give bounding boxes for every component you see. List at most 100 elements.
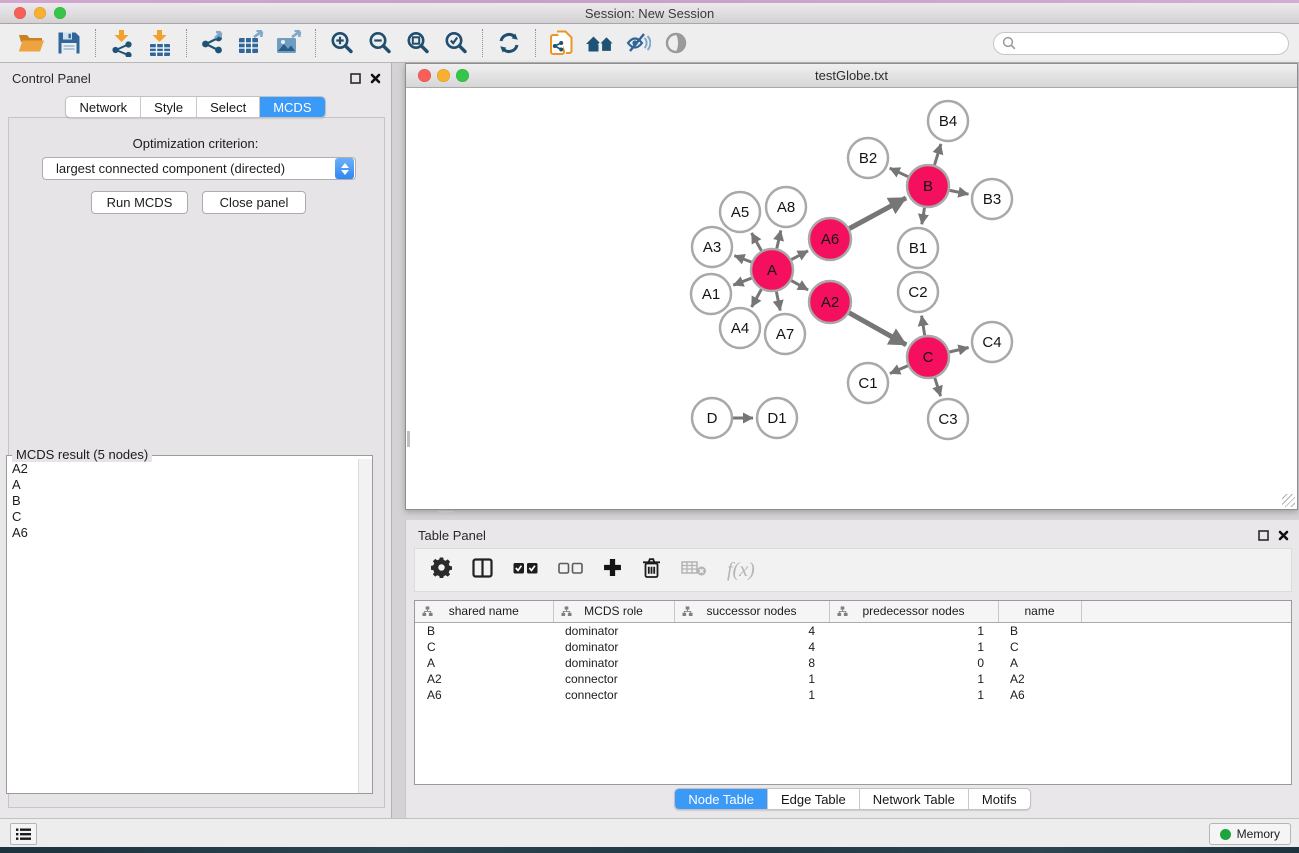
edge-A-to-A1[interactable] [733, 278, 751, 285]
edge-A-to-A5[interactable] [752, 233, 762, 251]
cell-MCDS-role[interactable]: dominator [553, 655, 674, 671]
graph-node-C4[interactable]: C4 [972, 322, 1012, 362]
table-tab-node-table[interactable]: Node Table [675, 789, 768, 809]
task-history-button[interactable] [10, 823, 37, 845]
cell-successor-nodes[interactable]: 1 [674, 687, 829, 703]
run-mcds-button[interactable]: Run MCDS [91, 191, 188, 214]
edge-B-to-B4[interactable] [935, 144, 941, 165]
mcds-result-item[interactable]: A6 [12, 525, 358, 541]
table-row-A6[interactable]: A6connector11A6 [415, 687, 1291, 703]
edge-B-to-B2[interactable] [890, 168, 908, 177]
cell-MCDS-role[interactable]: dominator [553, 639, 674, 655]
column-header-predecessor-nodes[interactable]: predecessor nodes [829, 601, 998, 622]
edge-C-to-C1[interactable] [890, 366, 908, 374]
close-table-panel-button[interactable] [1278, 528, 1289, 546]
show-graphics-details-button[interactable] [657, 26, 695, 60]
network-graph-canvas[interactable]: AA1A2A3A4A5A6A7A8BB1B2B3B4CC1C2C3C4DD1 [406, 88, 1297, 509]
graph-node-A2[interactable]: A2 [809, 281, 851, 323]
cell-shared-name[interactable]: C [415, 639, 553, 655]
edge-A-to-A6[interactable] [791, 251, 808, 260]
tab-select[interactable]: Select [197, 97, 260, 117]
edge-B-to-B3[interactable] [950, 190, 969, 194]
mcds-result-item[interactable]: A [12, 477, 358, 493]
edge-A-to-A4[interactable] [752, 289, 762, 307]
table-row-A[interactable]: Adominator80A [415, 655, 1291, 671]
cell-name[interactable]: B [998, 622, 1081, 639]
cell-name[interactable]: A6 [998, 687, 1081, 703]
graph-node-D[interactable]: D [692, 398, 732, 438]
cell-successor-nodes[interactable]: 4 [674, 622, 829, 639]
create-column-button[interactable] [603, 558, 622, 582]
graph-node-B3[interactable]: B3 [972, 179, 1012, 219]
cell-predecessor-nodes[interactable]: 0 [829, 655, 998, 671]
table-row-C[interactable]: Cdominator41C [415, 639, 1291, 655]
zoom-fit-button[interactable] [399, 26, 437, 60]
column-header-name[interactable]: name [998, 601, 1081, 622]
graph-node-A8[interactable]: A8 [766, 187, 806, 227]
delete-columns-button[interactable] [642, 557, 661, 584]
table-row-B[interactable]: Bdominator41B [415, 622, 1291, 639]
edge-C-to-C4[interactable] [949, 348, 968, 353]
zoom-out-button[interactable] [361, 26, 399, 60]
network-horizontal-scrollbar[interactable] [438, 511, 454, 514]
graph-node-B[interactable]: B [907, 165, 949, 207]
column-header-MCDS-role[interactable]: MCDS role [553, 601, 674, 622]
graph-node-A4[interactable]: A4 [720, 308, 760, 348]
graph-node-A1[interactable]: A1 [691, 274, 731, 314]
float-table-panel-button[interactable] [1258, 528, 1269, 546]
edge-C-to-C2[interactable] [922, 316, 925, 336]
export-table-button[interactable] [232, 26, 270, 60]
mcds-result-item[interactable]: C [12, 509, 358, 525]
edge-A6-to-B[interactable] [849, 198, 906, 229]
cell-MCDS-role[interactable]: connector [553, 671, 674, 687]
cell-name[interactable]: A [998, 655, 1081, 671]
cell-shared-name[interactable]: B [415, 622, 553, 639]
delete-table-button[interactable] [681, 560, 707, 581]
cell-predecessor-nodes[interactable]: 1 [829, 639, 998, 655]
graph-node-D1[interactable]: D1 [757, 398, 797, 438]
graph-node-A5[interactable]: A5 [720, 192, 760, 232]
edge-A-to-A8[interactable] [777, 230, 781, 248]
mcds-result-item[interactable]: A2 [12, 461, 358, 477]
cell-predecessor-nodes[interactable]: 1 [829, 687, 998, 703]
zoom-in-button[interactable] [323, 26, 361, 60]
tab-style[interactable]: Style [141, 97, 197, 117]
close-panel-button-mcds[interactable]: Close panel [202, 191, 306, 214]
graph-node-A6[interactable]: A6 [809, 218, 851, 260]
clone-network-button[interactable] [543, 26, 581, 60]
column-header-shared-name[interactable]: shared name [415, 601, 553, 622]
edge-A-to-A7[interactable] [776, 292, 780, 311]
cell-name[interactable]: C [998, 639, 1081, 655]
cell-name[interactable]: A2 [998, 671, 1081, 687]
graph-node-C2[interactable]: C2 [898, 272, 938, 312]
cell-predecessor-nodes[interactable]: 1 [829, 671, 998, 687]
zoom-selected-button[interactable] [437, 26, 475, 60]
graph-node-B2[interactable]: B2 [848, 138, 888, 178]
open-session-button[interactable] [12, 26, 50, 60]
graph-node-B1[interactable]: B1 [898, 228, 938, 268]
graph-node-A7[interactable]: A7 [765, 314, 805, 354]
export-image-button[interactable] [270, 26, 308, 60]
search-field[interactable] [993, 32, 1289, 55]
function-builder-button[interactable]: f(x) [727, 559, 755, 582]
graph-node-B4[interactable]: B4 [928, 101, 968, 141]
edge-A-to-A3[interactable] [734, 256, 751, 263]
edge-B-to-B1[interactable] [922, 208, 925, 225]
cell-successor-nodes[interactable]: 4 [674, 639, 829, 655]
edge-C-to-C3[interactable] [935, 378, 941, 396]
float-panel-button[interactable] [350, 71, 361, 89]
home-button[interactable] [581, 26, 619, 60]
graph-node-A3[interactable]: A3 [692, 227, 732, 267]
mcds-result-item[interactable]: B [12, 493, 358, 509]
network-vertical-scrollbar[interactable] [407, 431, 410, 447]
cell-predecessor-nodes[interactable]: 1 [829, 622, 998, 639]
import-network-button[interactable] [103, 26, 141, 60]
network-resize-grip[interactable] [1282, 494, 1295, 507]
save-session-button[interactable] [50, 26, 88, 60]
memory-button[interactable]: Memory [1209, 823, 1291, 845]
import-table-button[interactable] [141, 26, 179, 60]
unselect-all-columns-button[interactable] [558, 561, 583, 579]
hide-graphics-details-button[interactable] [619, 26, 657, 60]
table-tab-network-table[interactable]: Network Table [860, 789, 969, 809]
refresh-layout-button[interactable] [490, 26, 528, 60]
